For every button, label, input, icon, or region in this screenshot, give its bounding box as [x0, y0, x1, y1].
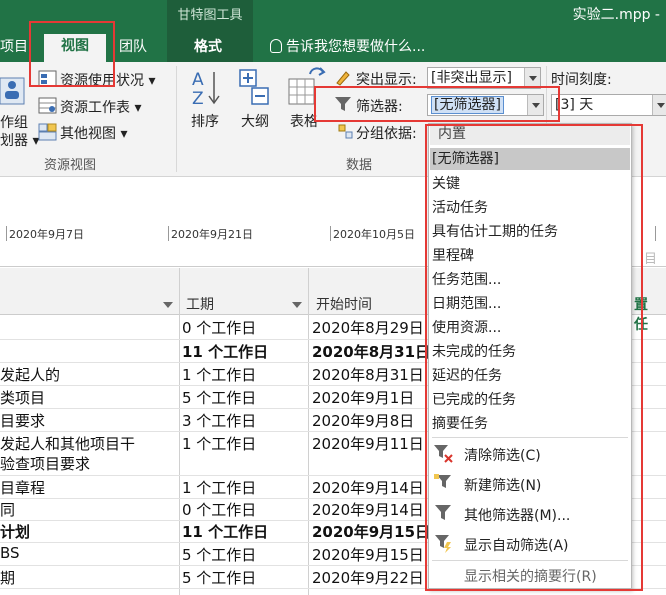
data-group-label: 数据	[346, 158, 373, 173]
timeline-tick	[6, 226, 7, 241]
timeline-date: 2020年10月5日	[333, 228, 415, 241]
team-planner-icon[interactable]	[0, 70, 26, 110]
cell-task-name-line2[interactable]: 验查项目要求	[0, 453, 90, 474]
tab-format[interactable]: 格式	[194, 36, 222, 62]
outline-button[interactable]: 大纲	[241, 111, 269, 131]
refresh-icon	[309, 67, 326, 76]
cell-duration[interactable]: 5 个工作日	[182, 567, 256, 588]
timeline-tick	[168, 226, 169, 241]
cell-start[interactable]: 2020年9月15日	[312, 544, 424, 565]
cell-start[interactable]: 2020年9月8日	[312, 410, 414, 431]
header-start[interactable]: 开始时间	[316, 294, 372, 314]
cell-task-name[interactable]: 同	[0, 499, 15, 520]
cell-start[interactable]: 2020年8月29日	[312, 317, 424, 338]
group-by-label: 分组依据:	[356, 126, 417, 142]
project-window: { "title_bar": { "context_label": "甘特图工具…	[0, 0, 666, 595]
highlight-value: [非突出显示]	[431, 70, 512, 86]
cell-task-name[interactable]: BS	[0, 544, 20, 562]
other-views-button[interactable]: 其他视图 ▾	[60, 123, 127, 143]
cell-task-name[interactable]: 目章程	[0, 477, 45, 498]
cell-start[interactable]: 2020年8月31日	[312, 364, 424, 385]
svg-text:Z: Z	[192, 89, 204, 108]
cell-start[interactable]: 2020年8月31日	[312, 341, 430, 362]
chevron-down-icon	[652, 95, 666, 115]
tell-me-box[interactable]: 告诉我您想要做什么...	[270, 36, 425, 56]
cell-duration[interactable]: 1 个工作日	[182, 477, 256, 498]
cell-task-name[interactable]: 目要求	[0, 410, 45, 431]
annotation-filter-combo	[314, 86, 560, 122]
chevron-down-icon[interactable]	[292, 302, 302, 308]
outline-icon	[239, 69, 269, 105]
cell-task-name[interactable]: 类项目	[0, 387, 45, 408]
cell-start[interactable]: 2020年9月14日	[312, 499, 424, 520]
timeline-date: 2020年9月21日	[171, 228, 253, 241]
cell-start[interactable]: 2020年9月14日	[312, 477, 424, 498]
cell-start[interactable]: 2020年9月22日	[312, 567, 424, 588]
cell-duration[interactable]: 1 个工作日	[182, 433, 256, 454]
timescale-label: 时间刻度:	[551, 72, 612, 88]
cell-duration[interactable]: 0 个工作日	[182, 499, 256, 520]
lightbulb-icon	[270, 39, 282, 53]
chevron-down-icon[interactable]	[163, 302, 173, 308]
cell-start[interactable]: 2020年9月1日	[312, 387, 414, 408]
tab-team[interactable]: 团队	[119, 36, 147, 62]
annotation-view-tab	[29, 21, 115, 87]
cell-task-name[interactable]: 发起人的	[0, 364, 60, 385]
highlight-icon	[336, 71, 350, 86]
team-planner-label-2: 划器 ▾	[0, 133, 40, 149]
annotation-filter-menu	[425, 124, 643, 591]
timeline-tick	[655, 226, 656, 241]
resource-view-group-label: 资源视图	[44, 158, 97, 173]
cell-duration[interactable]: 0 个工作日	[182, 317, 256, 338]
cell-task-name[interactable]: 期	[0, 567, 15, 588]
document-title: 实验二.mpp -	[572, 7, 660, 23]
cell-duration[interactable]: 3 个工作日	[182, 410, 256, 431]
svg-text:A: A	[192, 70, 204, 90]
cell-task-name[interactable]: 计划	[0, 521, 30, 542]
context-tab-label: 甘特图工具	[177, 8, 243, 23]
header-duration[interactable]: 工期	[186, 294, 214, 314]
team-planner-label-1: 作组	[0, 115, 28, 131]
timeline-tick	[330, 226, 331, 241]
timeline-date: 2020年9月7日	[9, 228, 84, 241]
cell-duration[interactable]: 5 个工作日	[182, 387, 256, 408]
group-by-icon	[338, 124, 353, 139]
cell-task-name[interactable]: 发起人和其他项目干	[0, 433, 135, 454]
cell-duration[interactable]: 5 个工作日	[182, 544, 256, 565]
chevron-down-icon	[524, 68, 540, 88]
sort-button[interactable]: 排序	[191, 111, 219, 131]
sort-az-icon: A Z	[192, 70, 220, 108]
resource-sheet-icon	[38, 97, 57, 114]
cell-start[interactable]: 2020年9月11日	[312, 433, 424, 454]
other-views-icon	[38, 123, 57, 141]
cell-start[interactable]: 2020年9月15日	[312, 521, 430, 542]
tell-me-text: 告诉我您想要做什么...	[286, 39, 426, 55]
cell-duration[interactable]: 11 个工作日	[182, 521, 268, 542]
cell-duration[interactable]: 1 个工作日	[182, 364, 256, 385]
timescale-combo[interactable]: [3] 天	[551, 94, 666, 116]
resource-sheet-button[interactable]: 资源工作表 ▾	[60, 97, 141, 117]
group-divider	[176, 66, 177, 172]
timescale-value: [3] 天	[555, 97, 594, 113]
cell-duration[interactable]: 11 个工作日	[182, 341, 268, 362]
